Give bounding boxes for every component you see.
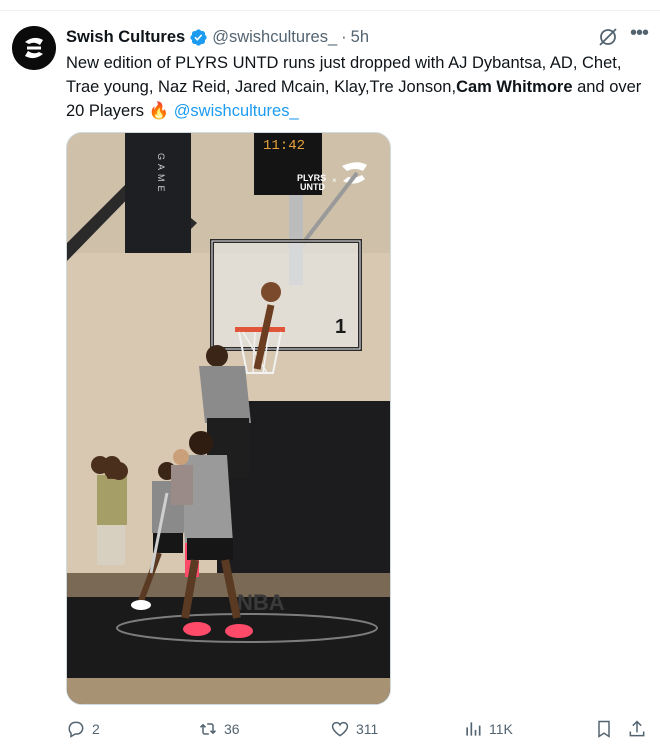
repost-button[interactable]: 36 [198,716,240,742]
watermark-untd: UNTD [300,182,325,192]
avatar[interactable] [12,26,56,70]
swish-logo-icon [12,26,56,70]
views-count: 11K [489,721,513,737]
watermark-x: × [332,176,337,185]
views-button[interactable]: 11K [463,716,513,742]
heart-icon [331,721,349,737]
share-button[interactable] [627,716,647,742]
top-divider [0,10,660,11]
banner-text: GAME [156,153,166,196]
tweet-header: Swish Cultures @swishcultures_ · 5h [66,27,369,47]
verified-badge-icon [190,28,207,46]
share-icon [629,720,645,737]
backboard-number: 1 [335,316,346,338]
bookmark-icon [598,720,610,738]
reply-count: 2 [92,721,100,737]
separator-dot: · [341,27,347,46]
tweet-bold-name: Cam Whitmore [456,78,573,96]
action-bar: 2 36 311 11K [66,716,650,742]
mention-link[interactable]: @swishcultures_ [174,102,299,120]
like-button[interactable]: 311 [330,716,378,742]
svg-text:NBA: NBA [237,590,285,615]
author-name[interactable]: Swish Cultures [66,28,185,47]
reply-button[interactable]: 2 [66,716,100,742]
like-count: 311 [356,721,379,737]
repost-count: 36 [224,721,240,737]
more-options-icon[interactable]: ••• [627,22,651,46]
repost-icon [199,723,217,735]
tweet-text: New edition of PLYRS UNTD runs just drop… [66,51,650,123]
grok-icon[interactable] [596,25,620,49]
fire-emoji: 🔥 [148,102,170,120]
analytics-icon [466,722,481,736]
timestamp[interactable]: 5h [351,28,369,47]
author-handle[interactable]: @swishcultures_ [212,28,337,47]
basketball-scene-image: GAME 11:42 PLYRS UNTD × 1 NBA [67,133,390,704]
tweet-video[interactable]: GAME 11:42 PLYRS UNTD × 1 NBA [66,132,391,705]
reply-icon [68,721,84,738]
bookmark-button[interactable] [594,716,614,742]
scoreboard-text: 11:42 [263,138,305,154]
